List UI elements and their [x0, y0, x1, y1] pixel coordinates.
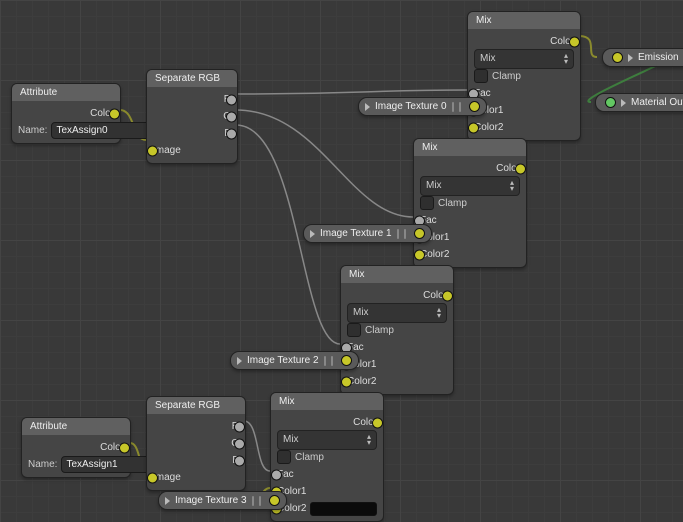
- expand-toggle-icon[interactable]: [365, 103, 370, 111]
- dropdown-arrows-icon: ▴▾: [510, 180, 514, 192]
- expand-toggle-icon[interactable]: [310, 230, 315, 238]
- mix-mode-dropdown[interactable]: Mix▴▾: [474, 49, 574, 69]
- node-separate-rgb-0[interactable]: Separate RGB R G B Image: [146, 69, 238, 164]
- node-header: Separate RGB: [147, 397, 245, 414]
- socket-out-r[interactable]: [226, 94, 237, 105]
- node-image-texture-1[interactable]: Image Texture 1: [303, 224, 432, 243]
- socket-out-color[interactable]: [569, 36, 580, 47]
- mix-mode-dropdown[interactable]: Mix▴▾: [420, 176, 520, 196]
- socket-out-color[interactable]: [119, 442, 130, 453]
- node-header: Attribute: [12, 84, 120, 101]
- socket-out-color[interactable]: [515, 163, 526, 174]
- node-mix-1[interactable]: Mix Color Mix▴▾ Clamp Fac Color1 Color2: [413, 138, 527, 268]
- socket-in-image[interactable]: [147, 472, 158, 483]
- node-emission[interactable]: Emission: [602, 48, 683, 67]
- socket-in-color[interactable]: [612, 52, 623, 63]
- socket-out-b[interactable]: [226, 128, 237, 139]
- socket-out-color[interactable]: [269, 495, 280, 506]
- dropdown-arrows-icon: ▴▾: [564, 53, 568, 65]
- socket-in-color2[interactable]: [414, 249, 425, 260]
- node-image-texture-2[interactable]: Image Texture 2: [230, 351, 359, 370]
- dropdown-arrows-icon: ▴▾: [367, 434, 371, 446]
- clamp-checkbox[interactable]: Clamp: [420, 196, 520, 210]
- socket-out-r[interactable]: [234, 421, 245, 432]
- socket-in-fac[interactable]: [271, 469, 282, 480]
- node-mix-2[interactable]: Mix Color Mix▴▾ Clamp Fac Color1 Color2: [340, 265, 454, 395]
- socket-out-color[interactable]: [414, 228, 425, 239]
- socket-out-color[interactable]: [341, 355, 352, 366]
- color-swatch[interactable]: [310, 502, 377, 516]
- node-attribute-0[interactable]: Attribute Color Name:: [11, 83, 121, 144]
- socket-out-color[interactable]: [372, 417, 383, 428]
- node-header: Mix: [271, 393, 383, 410]
- expand-toggle-icon[interactable]: [628, 54, 633, 62]
- node-header: Mix: [414, 139, 526, 156]
- clamp-checkbox[interactable]: Clamp: [277, 450, 377, 464]
- node-image-texture-3[interactable]: Image Texture 3: [158, 491, 287, 510]
- socket-in-shader[interactable]: [605, 97, 616, 108]
- node-image-texture-0[interactable]: Image Texture 0: [358, 97, 487, 116]
- socket-in-image[interactable]: [147, 145, 158, 156]
- socket-out-color[interactable]: [109, 108, 120, 119]
- expand-toggle-icon[interactable]: [621, 99, 626, 107]
- node-mix-3[interactable]: Mix Color Mix▴▾ Clamp Fac Color1 Color2: [270, 392, 384, 522]
- node-attribute-1[interactable]: Attribute Color Name:: [21, 417, 131, 478]
- node-header: Mix: [468, 12, 580, 29]
- node-mix-0[interactable]: Mix Color Mix▴▾ Clamp Fac Color1 Color2: [467, 11, 581, 141]
- expand-toggle-icon[interactable]: [165, 497, 170, 505]
- node-header: Attribute: [22, 418, 130, 435]
- socket-in-color2[interactable]: [341, 376, 352, 387]
- socket-out-b[interactable]: [234, 455, 245, 466]
- expand-toggle-icon[interactable]: [237, 357, 242, 365]
- socket-out-color[interactable]: [442, 290, 453, 301]
- mix-mode-dropdown[interactable]: Mix▴▾: [347, 303, 447, 323]
- clamp-checkbox[interactable]: Clamp: [347, 323, 447, 337]
- socket-in-color2[interactable]: [468, 122, 479, 133]
- clamp-checkbox[interactable]: Clamp: [474, 69, 574, 83]
- dropdown-arrows-icon: ▴▾: [437, 307, 441, 319]
- node-separate-rgb-1[interactable]: Separate RGB R G B Image: [146, 396, 246, 491]
- attr-name-label: Name:: [18, 125, 47, 136]
- socket-out-color[interactable]: [469, 101, 480, 112]
- node-header: Separate RGB: [147, 70, 237, 87]
- node-header: Mix: [341, 266, 453, 283]
- socket-out-g[interactable]: [234, 438, 245, 449]
- mix-mode-dropdown[interactable]: Mix▴▾: [277, 430, 377, 450]
- socket-out-g[interactable]: [226, 111, 237, 122]
- node-material-output[interactable]: Material Output: [595, 93, 683, 112]
